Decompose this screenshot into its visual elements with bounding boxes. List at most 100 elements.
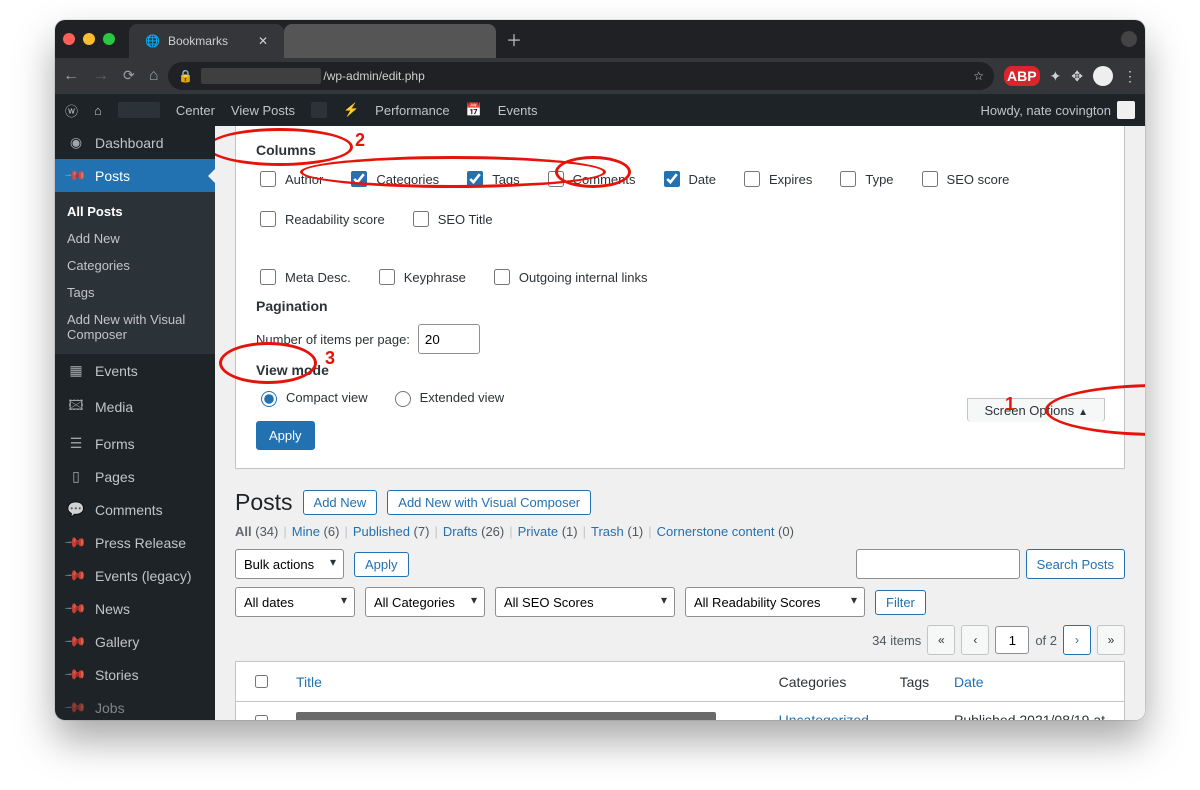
address-bar[interactable]: 🔒 /wp-admin/edit.php ☆ (168, 62, 994, 90)
sidebar-item-gallery[interactable]: 📌Gallery (55, 625, 215, 658)
search-input[interactable] (856, 549, 1020, 579)
categories-filter-select[interactable]: All Categories (365, 587, 485, 617)
view-mode-extended[interactable]: Extended view (390, 388, 505, 407)
sidebar-item-stories[interactable]: 📌Stories (55, 658, 215, 691)
column-tags[interactable]: Tags (890, 662, 944, 702)
sidebar-item-media[interactable]: 🖾Media (55, 387, 215, 427)
column-toggle-type[interactable]: Type (836, 168, 893, 190)
bulk-apply-button[interactable]: Apply (354, 552, 409, 577)
sidebar-item-news[interactable]: 📌News (55, 592, 215, 625)
row-select-checkbox[interactable] (255, 715, 268, 720)
adminbar-item[interactable]: View Posts (231, 103, 295, 118)
close-tab-icon[interactable]: ✕ (258, 34, 268, 48)
post-title-redacted[interactable] (296, 712, 716, 720)
sidebar-item-posts[interactable]: 📌Posts (55, 159, 215, 192)
maximize-window-icon[interactable] (103, 33, 115, 45)
readability-filter-select[interactable]: All Readability Scores (685, 587, 865, 617)
new-tab-button[interactable]: ＋ (506, 27, 522, 51)
status-filter-published[interactable]: Published (353, 524, 414, 539)
column-toggle-checkbox[interactable] (260, 211, 276, 227)
column-toggle-checkbox[interactable] (548, 171, 564, 187)
bulk-actions-select[interactable]: Bulk actions (235, 549, 344, 579)
column-toggle-checkbox[interactable] (664, 171, 680, 187)
sidebar-item-dashboard[interactable]: ◉Dashboard (55, 126, 215, 159)
column-toggle-seo-score[interactable]: SEO score (918, 168, 1010, 190)
bookmark-star-icon[interactable]: ☆ (973, 69, 984, 83)
column-toggle-comments[interactable]: Comments (544, 168, 636, 190)
page-number-input[interactable] (995, 626, 1029, 654)
last-page-button[interactable]: » (1097, 625, 1125, 655)
column-toggle-outgoing-internal-links[interactable]: Outgoing internal links (490, 266, 648, 288)
sidebar-subitem-add-new[interactable]: Add New (55, 225, 215, 252)
profile-indicator-icon[interactable] (1121, 31, 1137, 47)
back-icon[interactable]: ← (63, 67, 79, 85)
adminbar-item[interactable]: Performance (375, 103, 449, 118)
sidebar-subitem-categories[interactable]: Categories (55, 252, 215, 279)
column-toggle-checkbox[interactable] (260, 269, 276, 285)
column-categories[interactable]: Categories (769, 662, 890, 702)
yoast-icon[interactable] (311, 102, 327, 118)
add-new-vc-button[interactable]: Add New with Visual Composer (387, 490, 591, 515)
home-icon[interactable]: ⌂ (149, 67, 159, 85)
column-toggle-date[interactable]: Date (660, 168, 716, 190)
status-filter-mine[interactable]: Mine (292, 524, 324, 539)
add-new-button[interactable]: Add New (303, 490, 378, 515)
wp-logo-icon[interactable]: ⓦ (65, 101, 78, 120)
prev-page-button[interactable]: ‹ (961, 625, 989, 655)
screen-options-tab[interactable]: Screen Options▲ (967, 398, 1105, 422)
column-toggle-checkbox[interactable] (840, 171, 856, 187)
filter-button[interactable]: Filter (875, 590, 926, 615)
column-toggle-checkbox[interactable] (379, 269, 395, 285)
reload-icon[interactable]: ⟳ (123, 67, 135, 85)
next-page-button[interactable]: › (1063, 625, 1091, 655)
sidebar-item-press-release[interactable]: 📌Press Release (55, 526, 215, 559)
sidebar-item-pages[interactable]: ▯Pages (55, 460, 215, 493)
adminbar-item[interactable]: Events (498, 103, 538, 118)
status-filter-private[interactable]: Private (518, 524, 562, 539)
column-toggle-checkbox[interactable] (744, 171, 760, 187)
sidebar-subitem-tags[interactable]: Tags (55, 279, 215, 306)
sidebar-item-jobs[interactable]: 📌Jobs (55, 691, 215, 720)
column-title[interactable]: Title (286, 662, 769, 702)
browser-tab[interactable]: 🌐 Bookmarks ✕ (129, 24, 284, 58)
view-mode-compact[interactable]: Compact view (256, 388, 368, 407)
site-name-redacted[interactable] (118, 102, 160, 118)
column-toggle-checkbox[interactable] (413, 211, 429, 227)
column-toggle-author[interactable]: Author (256, 168, 323, 190)
column-toggle-readability-score[interactable]: Readability score (256, 208, 385, 230)
column-toggle-keyphrase[interactable]: Keyphrase (375, 266, 466, 288)
minimize-window-icon[interactable] (83, 33, 95, 45)
close-window-icon[interactable] (63, 33, 75, 45)
row-category-link[interactable]: Uncategorized (779, 712, 869, 720)
sidebar-item-forms[interactable]: ☰Forms (55, 427, 215, 460)
select-all-checkbox[interactable] (255, 675, 268, 688)
column-toggle-categories[interactable]: Categories (347, 168, 439, 190)
howdy-user[interactable]: Howdy, nate covington (980, 101, 1135, 119)
status-filter-drafts[interactable]: Drafts (443, 524, 481, 539)
adminbar-item[interactable]: Center (176, 103, 215, 118)
forward-icon[interactable]: → (93, 67, 109, 85)
column-toggle-checkbox[interactable] (260, 171, 276, 187)
sidebar-item-comments[interactable]: 💬Comments (55, 493, 215, 526)
sidebar-subitem-all-posts[interactable]: All Posts (55, 198, 215, 225)
browser-tab-inactive[interactable] (284, 24, 496, 58)
column-toggle-tags[interactable]: Tags (463, 168, 519, 190)
first-page-button[interactable]: « (927, 625, 955, 655)
column-date[interactable]: Date (944, 662, 1125, 702)
extensions-puzzle-icon[interactable]: ✥ (1071, 68, 1083, 85)
column-toggle-meta-desc-[interactable]: Meta Desc. (256, 266, 351, 288)
status-filter-trash[interactable]: Trash (591, 524, 627, 539)
home-icon[interactable]: ⌂ (94, 103, 102, 118)
column-toggle-expires[interactable]: Expires (740, 168, 812, 190)
column-toggle-checkbox[interactable] (494, 269, 510, 285)
status-filter-cornerstone-content[interactable]: Cornerstone content (657, 524, 778, 539)
window-controls[interactable] (63, 33, 115, 45)
seo-scores-filter-select[interactable]: All SEO Scores (495, 587, 675, 617)
profile-avatar-icon[interactable] (1093, 66, 1113, 86)
adblock-icon[interactable]: ABP (1004, 66, 1040, 86)
apply-button[interactable]: Apply (256, 421, 315, 450)
column-toggle-seo-title[interactable]: SEO Title (409, 208, 493, 230)
sidebar-item-events[interactable]: ▦Events (55, 354, 215, 387)
sidebar-subitem-add-new-vc[interactable]: Add New with Visual Composer (55, 306, 215, 348)
dates-filter-select[interactable]: All dates (235, 587, 355, 617)
